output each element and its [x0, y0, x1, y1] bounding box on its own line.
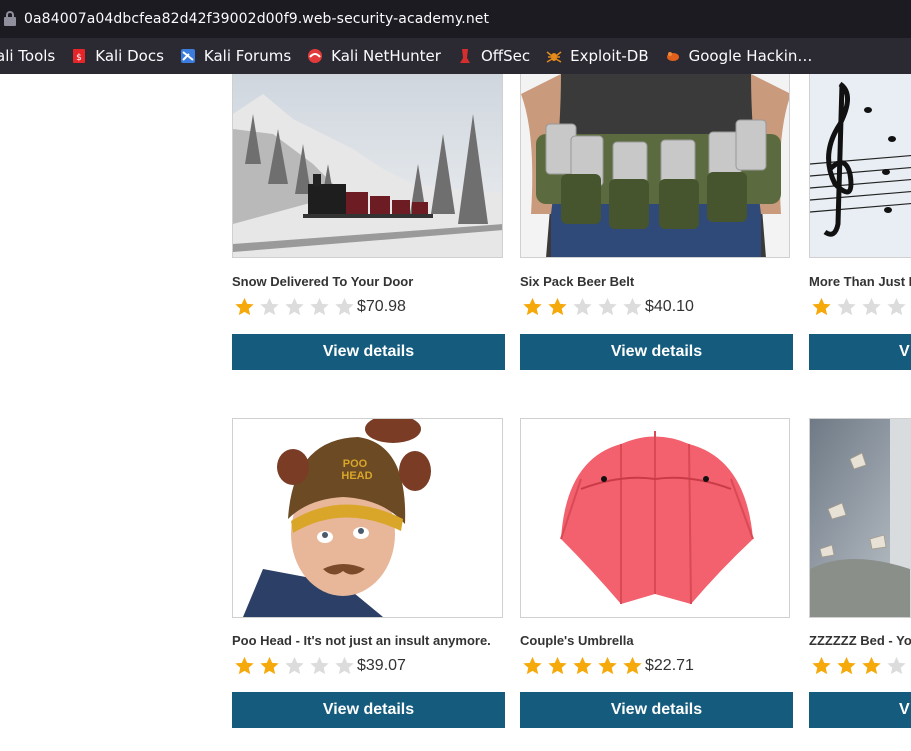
star-icon: [310, 656, 329, 675]
bookmark-label: Kali Forums: [203, 47, 292, 65]
view-details-button[interactable]: View details: [232, 334, 505, 370]
rating-stars: $39.07: [232, 655, 406, 677]
star-icon: [260, 297, 279, 316]
product-name: Couple's Umbrella: [520, 633, 634, 648]
star-icon: [523, 656, 542, 675]
view-details-button[interactable]: View details: [520, 334, 793, 370]
product-price: $70.98: [357, 298, 406, 315]
view-details-button[interactable]: V: [809, 334, 911, 370]
bookmark-kali-forums[interactable]: Kali Forums: [180, 47, 291, 65]
bookmark-kali-tools[interactable]: ali Tools: [0, 47, 55, 65]
rating-stars: [809, 655, 909, 677]
product-card: ZZZZZZ Bed - Yo V: [809, 418, 911, 738]
star-icon: [235, 656, 254, 675]
star-icon: [260, 656, 279, 675]
product-name: More Than Just B: [809, 274, 911, 289]
lock-icon[interactable]: [2, 0, 20, 38]
star-icon: [837, 656, 856, 675]
product-image-bed-books[interactable]: [809, 418, 911, 618]
product-name: Snow Delivered To Your Door: [232, 274, 414, 289]
product-price: $40.10: [645, 298, 694, 315]
url-text[interactable]: 0a84007a04dbcfea82d42f39002d00f9.web-sec…: [24, 11, 489, 27]
rating-stars: $40.10: [520, 296, 694, 318]
kali-nethunter-icon: [307, 48, 323, 64]
star-icon: [812, 656, 831, 675]
bookmark-kali-docs[interactable]: $ Kali Docs: [71, 47, 164, 65]
star-icon: [862, 656, 881, 675]
bookmark-label: Google Hackin…: [688, 47, 813, 65]
star-icon: [573, 297, 592, 316]
bookmark-kali-nethunter[interactable]: Kali NetHunter: [307, 47, 441, 65]
view-details-button[interactable]: View details: [232, 692, 505, 728]
bookmark-label: Kali Docs: [95, 47, 164, 65]
bookmark-label: OffSec: [480, 47, 531, 65]
star-icon: [598, 297, 617, 316]
star-icon: [285, 656, 304, 675]
product-image-poo-head[interactable]: POO HEAD: [232, 418, 503, 618]
offsec-icon: [457, 48, 473, 64]
bookmark-exploit-db[interactable]: Exploit-DB: [546, 47, 649, 65]
star-icon: [548, 297, 567, 316]
product-card: More Than Just B V: [809, 74, 911, 374]
product-price: $22.71: [645, 657, 694, 674]
star-icon: [235, 297, 254, 316]
product-image-music-notes[interactable]: [809, 74, 911, 258]
star-icon: [335, 656, 354, 675]
kali-forums-icon: [180, 48, 196, 64]
bookmark-label: Exploit-DB: [570, 47, 649, 65]
star-icon: [598, 656, 617, 675]
exploit-db-icon: [546, 48, 562, 64]
star-icon: [573, 656, 592, 675]
view-details-button[interactable]: View details: [520, 692, 793, 728]
product-image-beer-belt[interactable]: [520, 74, 790, 258]
star-icon: [548, 656, 567, 675]
star-icon: [623, 297, 642, 316]
view-details-button[interactable]: V: [809, 692, 911, 728]
product-name: Six Pack Beer Belt: [520, 274, 635, 289]
product-price: $39.07: [357, 657, 406, 674]
star-icon: [887, 656, 906, 675]
star-icon: [285, 297, 304, 316]
product-image-snow-train[interactable]: [232, 74, 503, 258]
svg-text:$: $: [76, 53, 82, 63]
star-icon: [310, 297, 329, 316]
star-icon: [887, 297, 906, 316]
star-icon: [812, 297, 831, 316]
product-image-umbrella[interactable]: [520, 418, 790, 618]
svg-text:HEAD: HEAD: [341, 470, 372, 482]
google-hacking-icon: [665, 48, 681, 64]
bookmarks-toolbar: ali Tools $ Kali Docs Kali Forums Kali N…: [0, 38, 911, 74]
address-bar[interactable]: 0a84007a04dbcfea82d42f39002d00f9.web-sec…: [0, 0, 911, 38]
star-icon: [862, 297, 881, 316]
product-name: Poo Head - It's not just an insult anymo…: [232, 633, 491, 648]
bookmark-google-hacking[interactable]: Google Hackin…: [665, 47, 813, 65]
star-icon: [623, 656, 642, 675]
star-icon: [837, 297, 856, 316]
bookmark-offsec[interactable]: OffSec: [457, 47, 530, 65]
rating-stars: [809, 296, 909, 318]
star-icon: [523, 297, 542, 316]
bookmark-label: ali Tools: [0, 47, 56, 65]
star-icon: [335, 297, 354, 316]
rating-stars: $22.71: [520, 655, 694, 677]
bookmark-label: Kali NetHunter: [331, 47, 441, 65]
rating-stars: $70.98: [232, 296, 406, 318]
product-name: ZZZZZZ Bed - Yo: [809, 633, 911, 648]
svg-text:POO: POO: [343, 458, 368, 470]
kali-docs-icon: $: [71, 48, 87, 64]
